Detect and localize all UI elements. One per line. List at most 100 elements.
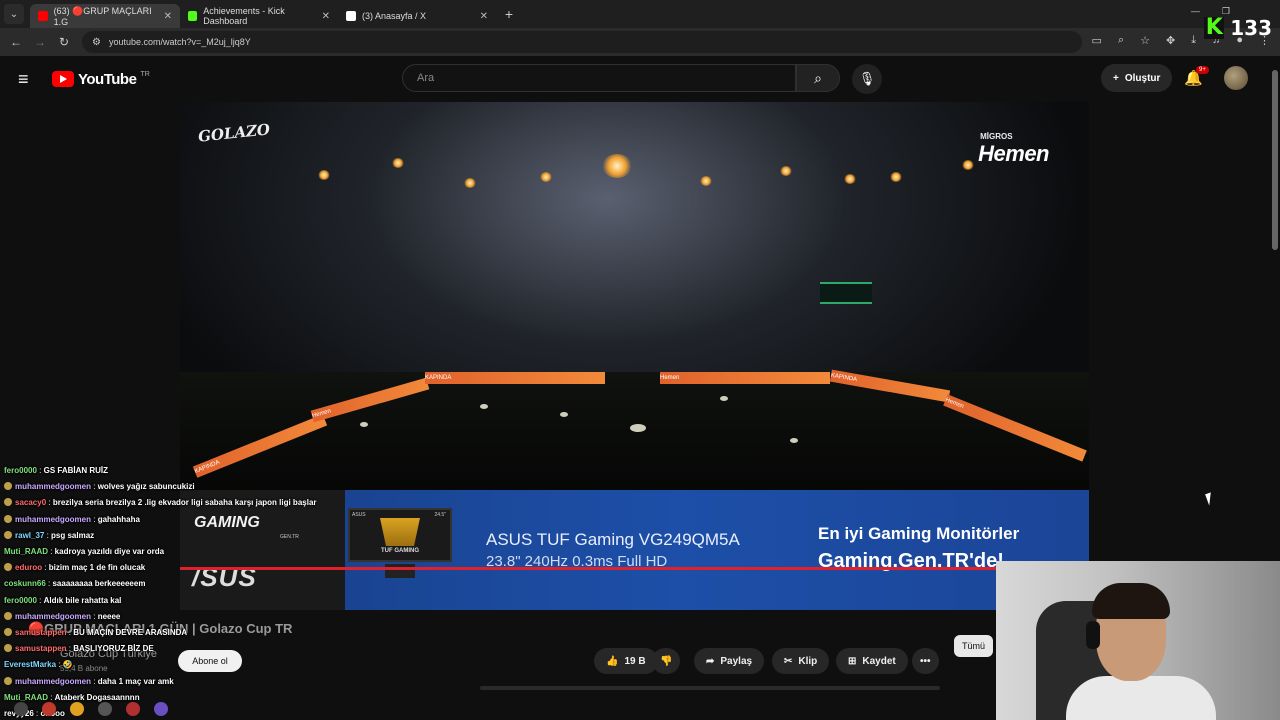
tab-search-icon[interactable]: ⌄ xyxy=(4,4,24,24)
chat-badge-icon xyxy=(4,628,12,636)
chat-text: kadroya yazıldı diye var orda xyxy=(54,547,165,556)
arena-light xyxy=(392,158,404,168)
app-icon[interactable] xyxy=(42,702,56,716)
extensions-icon[interactable]: ✥ xyxy=(1166,34,1175,47)
app-icon[interactable] xyxy=(14,702,28,716)
filter-chip-all[interactable]: Tümü xyxy=(954,635,994,657)
app-icon[interactable] xyxy=(98,702,112,716)
close-icon[interactable]: ✕ xyxy=(322,11,330,22)
chat-text: BU MAÇIN DEVRE ARASINDA xyxy=(73,628,188,637)
region-code: TR xyxy=(140,70,150,78)
chat-text: BAŞLIYORUZ BİZ DE xyxy=(73,644,154,654)
sponsor-big-text: Hemen xyxy=(978,141,1049,166)
save-button[interactable]: ⊞ Kaydet xyxy=(836,648,908,674)
like-button[interactable]: 👍 19 B xyxy=(594,648,658,674)
arena-light xyxy=(890,172,902,182)
floor-spot xyxy=(630,424,646,432)
floor-spot xyxy=(480,404,488,409)
youtube-header: ≡ YouTube TR Ara ⌕ 🎙 + Oluştur 🔔 9+ xyxy=(0,56,1280,102)
floor-spot xyxy=(360,422,368,427)
save-icon: ⊞ xyxy=(848,655,857,667)
arena-light xyxy=(780,166,792,176)
address-bar[interactable]: ⚙ youtube.com/watch?v=_M2uj_ljq8Y xyxy=(82,31,1082,53)
create-button[interactable]: + Oluştur xyxy=(1101,64,1173,92)
reload-icon[interactable]: ↻ xyxy=(52,35,76,49)
share-button[interactable]: ➦ Paylaş xyxy=(694,648,765,674)
chat-separator: : xyxy=(36,595,44,605)
kick-favicon-icon xyxy=(188,11,198,21)
youtube-wordmark: YouTube xyxy=(78,70,137,88)
arena-light xyxy=(464,178,476,188)
streamer-hair xyxy=(1092,583,1170,619)
page-scrollbar[interactable] xyxy=(1272,70,1278,250)
close-icon[interactable]: ✕ xyxy=(164,11,172,22)
minimize-icon[interactable]: — xyxy=(1191,6,1200,17)
scissors-icon: ✂ xyxy=(784,655,793,667)
youtube-play-icon xyxy=(52,71,74,87)
chat-separator: : xyxy=(48,547,55,556)
chat-badge-icon xyxy=(4,498,12,507)
search-input[interactable]: Ara xyxy=(402,64,796,92)
tab-label: Achievements - Kick Dashboard xyxy=(203,6,285,26)
clip-button[interactable]: ✂ Klip xyxy=(772,648,830,674)
bookmark-star-icon[interactable]: ☆ xyxy=(1140,34,1150,47)
app-icon[interactable] xyxy=(126,702,140,716)
chat-username: samustappen xyxy=(15,628,67,637)
headphones-icon xyxy=(1086,621,1100,649)
video-player[interactable]: GOLAZO MİGROS Hemen KAPINDA Hemen KAPIND… xyxy=(180,102,1089,490)
voice-search-button[interactable]: 🎙 xyxy=(852,64,882,94)
app-icon[interactable] xyxy=(154,702,168,716)
monitor-text: TUF GAMING xyxy=(381,548,419,554)
download-icon[interactable]: ⤓ xyxy=(1191,34,1196,47)
back-icon[interactable]: ← xyxy=(4,35,28,49)
chat-text: psg salmaz xyxy=(51,530,95,540)
browser-tabstrip: ⌄ (63) 🔴GRUP MAÇLARI 1.G ✕ Achievements … xyxy=(0,0,1280,28)
more-icon: ••• xyxy=(920,655,931,667)
chat-badge-icon xyxy=(4,611,12,620)
taskbar-icons xyxy=(0,698,345,720)
hamburger-menu-icon[interactable]: ≡ xyxy=(18,69,34,90)
kick-viewer-count: 133 xyxy=(1230,16,1272,40)
chat-message: eduroo : bizim maç 1 de fin olucak xyxy=(4,563,145,572)
chat-text: wolves yağız sabuncukizi xyxy=(97,482,195,492)
tab-x[interactable]: (3) Anasayfa / X ✕ xyxy=(338,4,496,28)
more-actions-button[interactable]: ••• xyxy=(912,648,939,674)
youtube-logo[interactable]: YouTube TR xyxy=(52,71,150,88)
like-count: 19 B xyxy=(624,655,646,667)
close-icon[interactable]: ✕ xyxy=(480,11,488,22)
cast-icon[interactable]: ▭ xyxy=(1092,34,1102,47)
chat-text: 🤣 xyxy=(62,660,73,670)
tab-label: (3) Anasayfa / X xyxy=(362,11,427,21)
zoom-icon[interactable]: ⌕ xyxy=(1118,34,1124,47)
site-info-icon[interactable]: ⚙ xyxy=(92,37,101,48)
chat-username: samustappen xyxy=(15,644,67,654)
chat-separator: : xyxy=(91,514,98,524)
chat-text: saaaaaaaa berkeeeeeem xyxy=(52,579,146,589)
chat-badge-icon xyxy=(4,644,12,653)
chat-username: Muti_RAAD xyxy=(4,547,48,556)
floor-spot xyxy=(720,396,728,401)
chat-badge-icon xyxy=(4,482,12,491)
tab-kick[interactable]: Achievements - Kick Dashboard ✕ xyxy=(180,4,338,28)
avatar[interactable] xyxy=(1224,66,1248,90)
chat-message: muhammedgoomen : gahahhaha xyxy=(4,514,140,524)
sponsor-small-text: MİGROS xyxy=(980,132,1013,141)
forward-icon[interactable]: → xyxy=(28,35,52,49)
stream-chat-overlay: fero0000 : GS FABİAN RUİZ muhammedgoomen … xyxy=(0,464,345,720)
chat-message: muhammedgoomen : daha 1 maç var amk xyxy=(4,676,174,686)
chrome-icon[interactable] xyxy=(70,702,84,716)
chat-separator: : xyxy=(91,611,98,621)
new-tab-button[interactable]: + xyxy=(500,6,518,22)
create-label: Oluştur xyxy=(1124,72,1161,84)
thumbs-down-icon: 👎 xyxy=(660,655,673,667)
arena-light xyxy=(318,170,330,180)
chat-separator: : xyxy=(91,482,98,492)
tab-youtube[interactable]: (63) 🔴GRUP MAÇLARI 1.G ✕ xyxy=(30,4,180,28)
content-placeholder xyxy=(480,686,940,690)
arena-light xyxy=(540,172,552,182)
kick-logo-icon: K xyxy=(1204,15,1225,40)
dislike-button[interactable]: 👎 xyxy=(652,648,681,674)
search-button[interactable]: ⌕ xyxy=(796,64,840,92)
chat-text: Aldık bile rahatta kal xyxy=(43,595,122,605)
streamer-shirt xyxy=(1066,676,1216,720)
